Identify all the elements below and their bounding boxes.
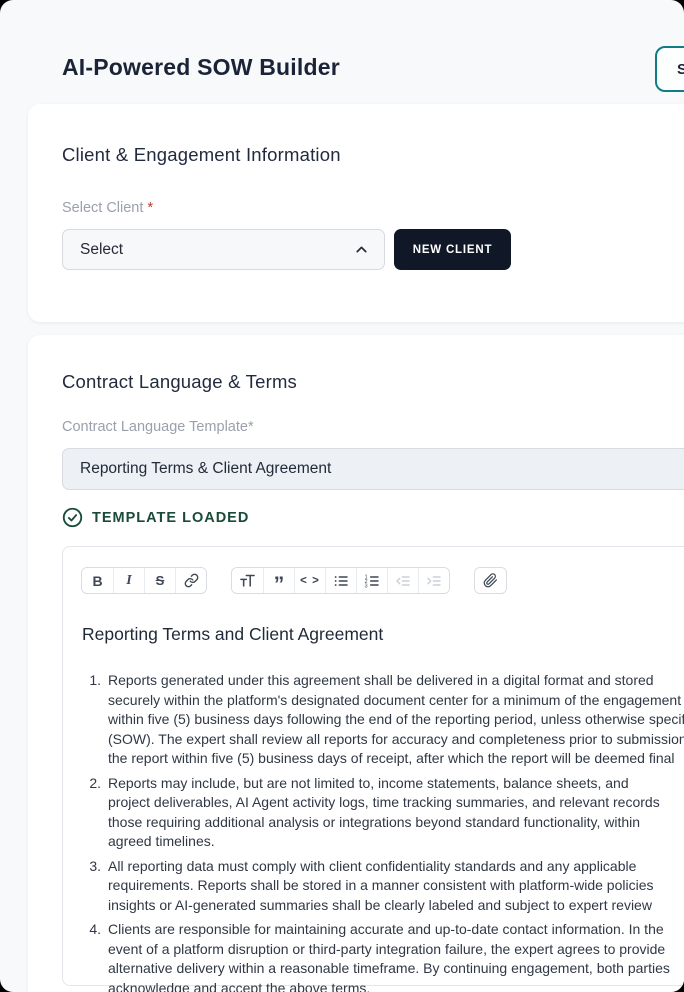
list-item: 3. All reporting data must comply with c…: [81, 857, 684, 916]
bullet-list-icon: [333, 573, 349, 589]
client-select-value: Select: [80, 241, 123, 259]
list-item-number: 4.: [81, 920, 101, 992]
template-select-dropdown[interactable]: Reporting Terms & Client Agreement: [62, 448, 684, 490]
select-client-label: Select Client *: [62, 200, 670, 216]
indent-icon: [426, 573, 442, 589]
list-item-line: project deliverables, AI Agent activity …: [108, 793, 660, 813]
template-label: Contract Language Template*: [62, 419, 670, 435]
template-select-value: Reporting Terms & Client Agreement: [80, 460, 331, 478]
check-circle-icon: [62, 507, 83, 528]
toolbar-block-group: ” < > 123: [231, 567, 450, 594]
italic-button[interactable]: I: [113, 568, 144, 593]
list-item-line: agreed timelines.: [108, 832, 660, 852]
new-client-button[interactable]: NEW CLIENT: [394, 229, 511, 270]
list-item-line: those requiring additional analysis or i…: [108, 813, 660, 833]
list-item: 2. Reports may include, but are not limi…: [81, 774, 684, 852]
outdent-icon: [395, 573, 411, 589]
list-item-number: 3.: [81, 857, 101, 916]
sow-builder-page: AI-Powered SOW Builder S Client & Engage…: [0, 0, 684, 992]
bold-button[interactable]: B: [82, 568, 113, 593]
ordered-list-button[interactable]: 123: [356, 568, 387, 593]
list-item-line: All reporting data must comply with clie…: [108, 857, 653, 877]
list-item-line: Reports generated under this agreement s…: [108, 671, 684, 691]
save-button[interactable]: S: [655, 46, 684, 92]
editor-toolbar: B I S ” < >: [81, 567, 684, 594]
list-item-line: (SOW). The expert shall review all repor…: [108, 730, 684, 750]
svg-text:3: 3: [365, 583, 368, 588]
client-engagement-card: Client & Engagement Information Select C…: [28, 104, 684, 322]
toolbar-format-group: B I S: [81, 567, 207, 594]
page-title: AI-Powered SOW Builder: [62, 54, 340, 81]
bullet-list-button[interactable]: [325, 568, 356, 593]
list-item-line: Clients are responsible for maintaining …: [108, 920, 670, 940]
list-item-line: Reports may include, but are not limited…: [108, 774, 660, 794]
client-card-heading: Client & Engagement Information: [62, 144, 670, 166]
paperclip-icon: [483, 573, 498, 588]
blockquote-button[interactable]: ”: [263, 568, 294, 593]
client-select-dropdown[interactable]: Select: [62, 229, 385, 270]
page-header: AI-Powered SOW Builder S: [0, 0, 684, 104]
text-size-icon: [239, 572, 256, 589]
code-button[interactable]: < >: [294, 568, 325, 593]
list-item-line: requirements. Reports shall be stored in…: [108, 876, 653, 896]
chevron-up-icon: [353, 241, 370, 258]
link-icon: [184, 573, 199, 588]
contract-editor: B I S ” < >: [62, 546, 684, 986]
document-numbered-list: 1. Reports generated under this agreemen…: [81, 671, 684, 992]
template-status: TEMPLATE LOADED: [62, 507, 670, 528]
list-item-line: the report within five (5) business days…: [108, 749, 684, 769]
list-item: 4. Clients are responsible for maintaini…: [81, 920, 684, 992]
strikethrough-button[interactable]: S: [144, 568, 175, 593]
editor-content[interactable]: Reporting Terms and Client Agreement 1. …: [81, 624, 684, 992]
list-item-line: event of a platform disruption or third-…: [108, 940, 670, 960]
list-item-line: securely within the platform's designate…: [108, 691, 684, 711]
list-item-line: within five (5) business days following …: [108, 710, 684, 730]
text-size-button[interactable]: [232, 568, 263, 593]
contract-card-heading: Contract Language & Terms: [62, 371, 670, 393]
attachment-button[interactable]: [475, 568, 506, 593]
ordered-list-icon: 123: [364, 573, 380, 589]
list-item-line: alternative delivery within a reasonable…: [108, 959, 670, 979]
document-title: Reporting Terms and Client Agreement: [82, 624, 684, 645]
list-item-number: 1.: [81, 671, 101, 769]
list-item-line: acknowledge and accept the above terms.: [108, 979, 670, 992]
link-button[interactable]: [175, 568, 206, 593]
contract-language-card: Contract Language & Terms Contract Langu…: [28, 335, 684, 992]
required-asterisk: *: [147, 200, 153, 216]
list-item: 1. Reports generated under this agreemen…: [81, 671, 684, 769]
client-select-row: Select NEW CLIENT: [62, 229, 670, 270]
indent-button[interactable]: [418, 568, 449, 593]
list-item-number: 2.: [81, 774, 101, 852]
template-status-text: TEMPLATE LOADED: [92, 510, 249, 526]
outdent-button[interactable]: [387, 568, 418, 593]
list-item-line: insights or AI-generated summaries shall…: [108, 896, 653, 916]
toolbar-attach-group: [474, 567, 507, 594]
